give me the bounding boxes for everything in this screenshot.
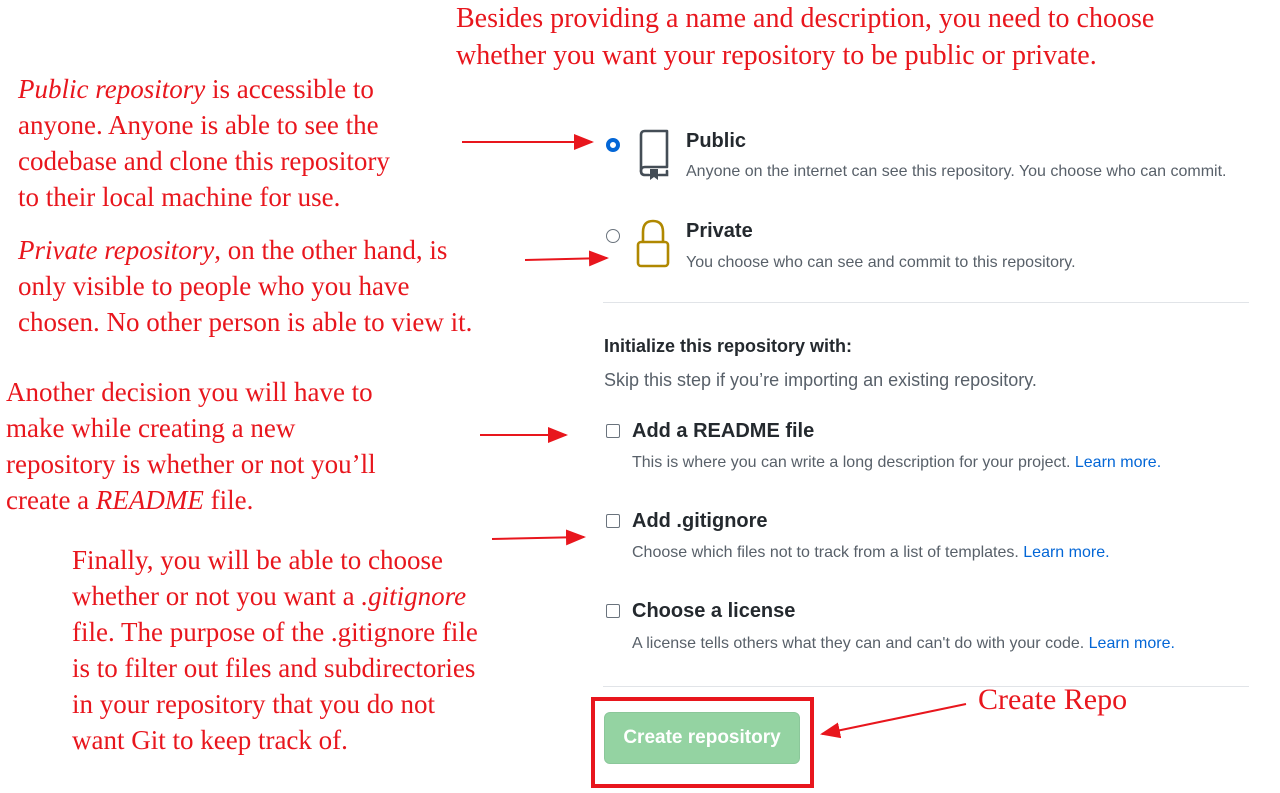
- create-button-highlight-box: [591, 697, 814, 788]
- repo-book-icon: [639, 129, 669, 180]
- annotation-private-line2: only visible to people who you have: [18, 271, 410, 301]
- annotation-readme-line4-pre: create a: [6, 485, 96, 515]
- annotation-private-line1: , on the other hand, is: [214, 235, 448, 265]
- arrow-private: [524, 250, 609, 267]
- license-label[interactable]: Choose a license: [632, 600, 795, 623]
- readme-description-text: This is where you can write a long descr…: [632, 454, 1071, 471]
- annotation-private-line3: chosen. No other person is able to view …: [18, 307, 473, 337]
- annotation-top: Besides providing a name and description…: [456, 0, 1154, 74]
- readme-learn-more-link[interactable]: Learn more.: [1075, 454, 1161, 471]
- annotation-readme-line3: repository is whether or not you’ll: [6, 449, 376, 479]
- private-radio[interactable]: [606, 229, 620, 243]
- private-title: Private: [686, 220, 753, 242]
- annotation-readme-line1: Another decision you will have to: [6, 377, 373, 407]
- gitignore-description: Choose which files not to track from a l…: [632, 544, 1110, 562]
- license-learn-more-link[interactable]: Learn more.: [1089, 635, 1175, 652]
- arrow-gitignore: [491, 529, 586, 546]
- annotation-readme-line4-post: file.: [203, 485, 254, 515]
- initialize-heading: Initialize this repository with:: [604, 336, 853, 356]
- annotation-gitignore-line5: in your repository that you do not: [72, 689, 435, 719]
- license-description: A license tells others what they can and…: [632, 635, 1175, 653]
- annotation-readme-term: README: [95, 485, 204, 515]
- license-description-text: A license tells others what they can and…: [632, 635, 1085, 652]
- annotation-private-term: Private repository: [18, 235, 215, 265]
- public-title: Public: [686, 130, 747, 152]
- gitignore-checkbox[interactable]: [606, 514, 620, 528]
- divider-top: [603, 302, 1249, 303]
- annotation-gitignore-line4: is to filter out files and subdirectorie…: [72, 653, 476, 683]
- annotation-readme: Another decision you will have to make w…: [6, 374, 376, 518]
- annotation-public: Public repository is accessible to anyon…: [18, 71, 390, 215]
- arrow-create-repo: [820, 703, 967, 739]
- annotation-gitignore: Finally, you will be able to choose whet…: [72, 542, 478, 758]
- annotation-top-line1: Besides providing a name and description…: [456, 3, 1155, 34]
- annotation-public-line1: is accessible to: [205, 74, 374, 104]
- lock-icon: [636, 219, 670, 268]
- public-description: Anyone on the internet can see this repo…: [686, 163, 1227, 180]
- annotation-public-term: Public repository: [18, 74, 206, 104]
- annotation-top-line2: whether you want your repository to be p…: [456, 40, 1097, 71]
- annotation-public-line4: to their local machine for use.: [18, 182, 341, 212]
- readme-checkbox[interactable]: [606, 424, 620, 438]
- annotation-private: Private repository, on the other hand, i…: [18, 232, 472, 340]
- divider-bottom: [603, 686, 1249, 687]
- annotation-public-line2: anyone. Anyone is able to see the: [18, 110, 379, 140]
- annotation-public-line3: codebase and clone this repository: [18, 146, 390, 176]
- readme-description: This is where you can write a long descr…: [632, 454, 1161, 472]
- gitignore-description-text: Choose which files not to track from a l…: [632, 544, 1019, 561]
- private-description: You choose who can see and commit to thi…: [686, 254, 1076, 271]
- license-checkbox[interactable]: [606, 604, 620, 618]
- gitignore-learn-more-link[interactable]: Learn more.: [1023, 544, 1109, 561]
- initialize-subheading: Skip this step if you’re importing an ex…: [604, 370, 1037, 390]
- gitignore-label[interactable]: Add .gitignore: [632, 510, 768, 533]
- annotation-gitignore-term: .gitignore: [361, 581, 467, 611]
- annotation-gitignore-line6: want Git to keep track of.: [72, 725, 348, 755]
- public-radio[interactable]: [606, 138, 620, 152]
- annotation-gitignore-line3: file. The purpose of the .gitignore file: [72, 617, 478, 647]
- annotation-gitignore-line2-pre: whether or not you want a: [72, 581, 362, 611]
- annotation-readme-line2: make while creating a new: [6, 413, 296, 443]
- readme-label[interactable]: Add a README file: [632, 420, 814, 443]
- annotation-gitignore-line1: Finally, you will be able to choose: [72, 545, 443, 575]
